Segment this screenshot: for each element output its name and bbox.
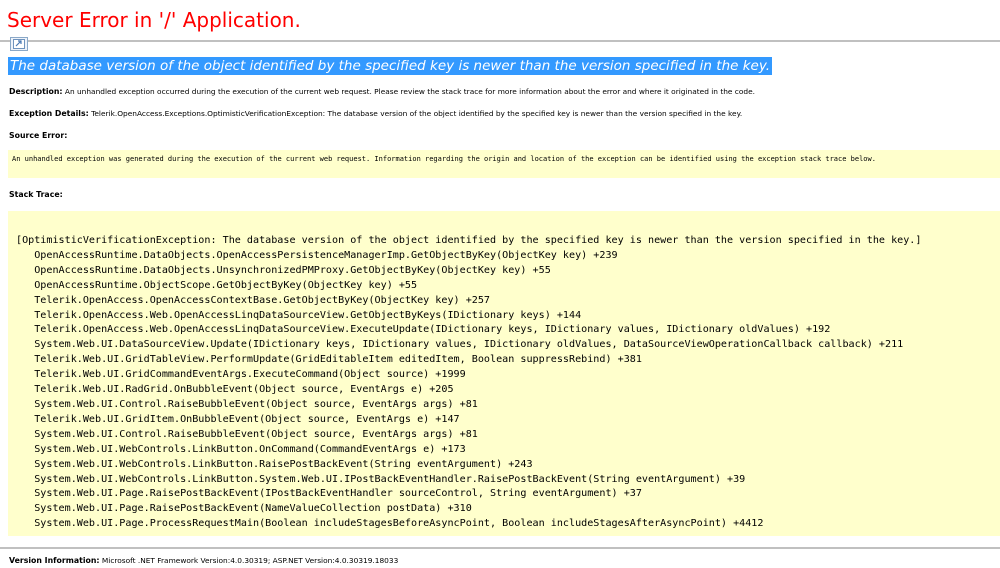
source-error-label: Source Error: [9, 131, 68, 140]
stack-trace-line: Telerik.Web.UI.GridItem.OnBubbleEvent(Ob… [16, 413, 460, 425]
footer-divider [0, 547, 1000, 549]
stack-trace-box: [OptimisticVerificationException: The da… [8, 211, 1000, 536]
version-information-label: Version Information: [9, 556, 100, 565]
stack-trace-line: System.Web.UI.WebControls.LinkButton.Rai… [16, 458, 533, 470]
stack-trace-line: System.Web.UI.WebControls.LinkButton.Sys… [16, 473, 746, 485]
description-label: Description: [9, 87, 63, 96]
source-error-text: An unhandled exception was generated dur… [12, 155, 876, 163]
stack-trace-line: System.Web.UI.Page.RaisePostBackEvent(Na… [16, 503, 472, 515]
stack-trace-line: OpenAccessRuntime.ObjectScope.GetObjectB… [16, 279, 418, 291]
error-message-heading: The database version of the object ident… [8, 57, 773, 75]
stack-trace-line: System.Web.UI.Page.ProcessRequestMain(Bo… [16, 518, 764, 530]
source-error-box: An unhandled exception was generated dur… [8, 150, 1000, 178]
description-line: Description: An unhandled exception occu… [9, 87, 755, 96]
stack-trace-line: System.Web.UI.Control.RaiseBubbleEvent(O… [16, 428, 478, 440]
stack-trace-line: Telerik.OpenAccess.Web.OpenAccessLinqDat… [16, 309, 582, 321]
stack-trace-label: Stack Trace: [9, 190, 63, 199]
stack-trace-line: Telerik.Web.UI.GridTableView.PerformUpda… [16, 354, 642, 366]
broken-image-icon [10, 37, 28, 51]
stack-trace-line: OpenAccessRuntime.DataObjects.Unsynchron… [16, 264, 551, 276]
title-divider [0, 40, 1000, 42]
exception-details-label: Exception Details: [9, 109, 89, 118]
stack-trace-line: System.Web.UI.Control.RaiseBubbleEvent(O… [16, 398, 478, 410]
description-text: An unhandled exception occurred during t… [64, 87, 755, 96]
stack-trace-line: Telerik.OpenAccess.OpenAccessContextBase… [16, 294, 491, 306]
stack-trace-line: Telerik.OpenAccess.Web.OpenAccessLinqDat… [16, 324, 831, 336]
stack-trace-line: System.Web.UI.WebControls.LinkButton.OnC… [16, 443, 466, 455]
exception-details-text: Telerik.OpenAccess.Exceptions.Optimistic… [91, 109, 743, 118]
stack-trace-line: Telerik.Web.UI.RadGrid.OnBubbleEvent(Obj… [16, 384, 454, 396]
stack-trace-line: OpenAccessRuntime.DataObjects.OpenAccess… [16, 249, 618, 261]
stack-trace-line: System.Web.UI.Page.RaisePostBackEvent(IP… [16, 488, 642, 500]
stack-trace-line: Telerik.Web.UI.GridCommandEventArgs.Exec… [16, 369, 466, 381]
page-title: Server Error in '/' Application. [7, 8, 301, 32]
exception-details-line: Exception Details: Telerik.OpenAccess.Ex… [9, 109, 742, 118]
stack-trace-text: [OptimisticVerificationException: The da… [16, 234, 1000, 532]
version-information-line: Version Information: Microsoft .NET Fram… [9, 556, 398, 565]
version-information-text: Microsoft .NET Framework Version:4.0.303… [101, 556, 399, 565]
stack-trace-line: [OptimisticVerificationException: The da… [16, 235, 922, 246]
stack-trace-line: System.Web.UI.DataSourceView.Update(IDic… [16, 339, 904, 351]
